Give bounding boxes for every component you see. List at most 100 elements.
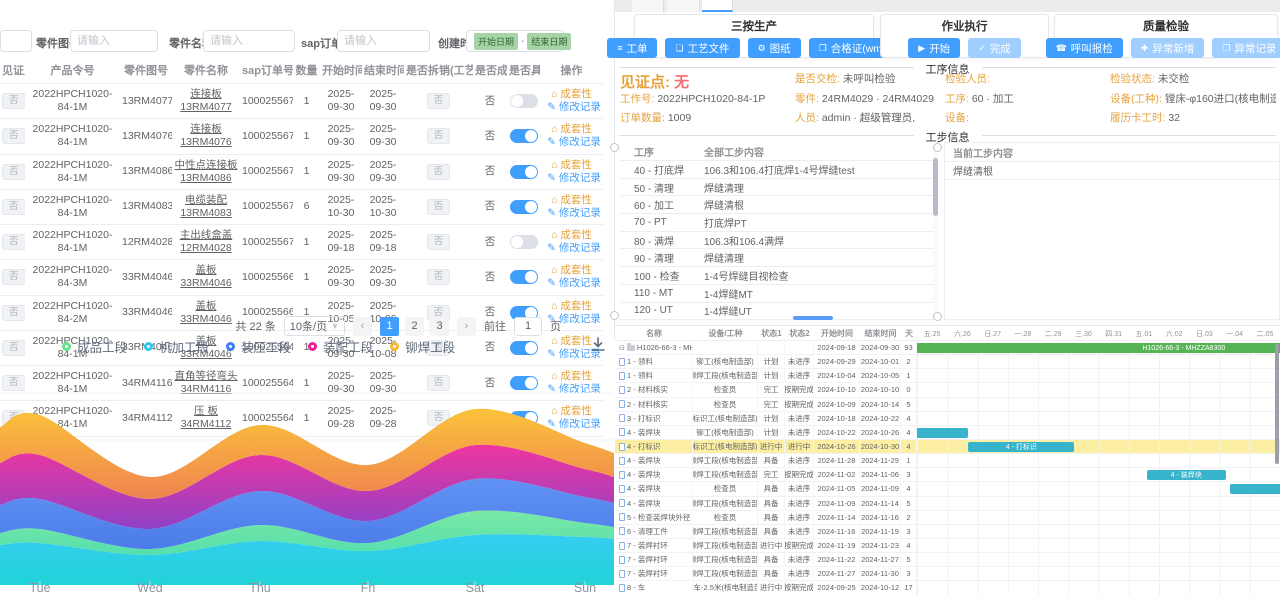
gantt-row[interactable]: 1 - 领料铆工(核电制造部)计划未进序2024-09-292024-10-01…	[615, 355, 1280, 369]
enabled-toggle[interactable]	[510, 94, 538, 108]
goto-page-input[interactable]	[514, 317, 542, 336]
date-end-chip[interactable]: 结束日期	[527, 33, 571, 50]
part-name-link[interactable]: 主出线盒盖 12RM4028	[180, 229, 233, 254]
split-chip[interactable]: 否	[427, 199, 451, 215]
witness-chip[interactable]: 否	[2, 199, 25, 215]
gantt-row[interactable]: 3 - 打标识标识工(核电制造部)计划未进序2024-10-182024-10-…	[615, 412, 1280, 426]
tab-active[interactable]	[702, 0, 733, 12]
gantt-row[interactable]: 2 - 材料核实检查员完工按期完成2024-10-102024-10-100	[615, 383, 1280, 397]
witness-chip[interactable]: 否	[2, 340, 25, 356]
suite-action-link[interactable]: ⌂ 成套性	[551, 335, 592, 347]
process-row[interactable]: 100 - 检查1-4号焊缝目视检查	[620, 267, 938, 285]
download-icon[interactable]	[588, 335, 608, 355]
modify-log-link[interactable]: ✎ 修改记录	[547, 207, 601, 219]
part-name-link[interactable]: 中性点连接板 13RM4086	[175, 159, 238, 184]
工单-button[interactable]: ≡工单	[607, 38, 657, 58]
witness-chip[interactable]: 否	[2, 128, 25, 144]
legend-item[interactable]: 铆焊工段	[390, 337, 455, 356]
gantt-row[interactable]: 6 - 清理工件铆焊工段(核电制造部)具备未进序2024-11-162024-1…	[615, 525, 1280, 539]
suite-action-link[interactable]: ⌂ 成套性	[551, 264, 592, 276]
enabled-toggle[interactable]	[510, 341, 538, 355]
page-button-3[interactable]: 3	[430, 317, 449, 336]
异常记录-button[interactable]: ❐异常记录	[1212, 38, 1280, 58]
page-size-select[interactable]: 10条/页 ▼	[284, 316, 345, 336]
process-table-scrollbar[interactable]	[933, 150, 938, 318]
splitter-handle-icon[interactable]	[933, 143, 942, 152]
图纸-button[interactable]: ⚙图纸	[748, 38, 801, 58]
collapse-icon[interactable]: ⊟	[619, 344, 625, 352]
process-row[interactable]: 110 - MT1-4焊缝MT	[620, 285, 938, 303]
prev-page-button[interactable]: ‹	[353, 317, 372, 336]
gantt-bar[interactable]	[917, 428, 968, 438]
gantt-row[interactable]: 4 - 装焊块检查员具备未进序2024-11-052024-11-094	[615, 482, 1280, 496]
process-row[interactable]: 40 - 打底焊106.3和106.4打底焊1-4号焊缝test	[620, 161, 938, 179]
process-row[interactable]: 90 - 清理焊缝清理	[620, 249, 938, 267]
process-row[interactable]: 60 - 加工焊缝清根	[620, 196, 938, 214]
modify-log-link[interactable]: ✎ 修改记录	[547, 277, 601, 289]
split-chip[interactable]: 否	[427, 234, 451, 250]
gantt-row[interactable]: ⊟H1026-66-3 - MHZZA83002024-09-182024-09…	[615, 341, 1280, 355]
gantt-row[interactable]: 4 - 装焊块铆焊工段(核电制造部)具备未进序2024-11-282024-11…	[615, 454, 1280, 468]
date-range-picker[interactable]: 开始日期 - 结束日期	[466, 30, 564, 52]
suite-action-link[interactable]: ⌂ 成套性	[551, 88, 592, 100]
suite-action-link[interactable]: ⌂ 成套性	[551, 159, 592, 171]
truncated-filter-input[interactable]	[0, 30, 32, 52]
gantt-bar[interactable]	[1230, 484, 1280, 494]
enabled-toggle[interactable]	[510, 129, 538, 143]
gantt-row[interactable]: 8 - 车立车-2.5米(核电制造部)进行中按期完成2024-09-252024…	[615, 581, 1280, 595]
page-button-1[interactable]: 1	[380, 317, 399, 336]
split-chip[interactable]: 否	[427, 128, 451, 144]
enabled-toggle[interactable]	[510, 235, 538, 249]
modify-log-link[interactable]: ✎ 修改记录	[547, 172, 601, 184]
gantt-row[interactable]: 4 - 打标识标识工(核电制造部)进行中进行中2024-10-262024-10…	[615, 440, 1280, 454]
gantt-bar[interactable]: 4 - 打标识	[968, 442, 1074, 452]
witness-chip[interactable]: 否	[2, 234, 25, 250]
开始-button[interactable]: ▶开始	[908, 38, 960, 58]
异常新增-button[interactable]: ✚异常新增	[1131, 38, 1205, 58]
gantt-row[interactable]: 7 - 装焊衬环铆焊工段(核电制造部)具备未进序2024-11-272024-1…	[615, 567, 1280, 581]
gantt-bar[interactable]: H1026-66-3 - MHZZA8300	[917, 343, 1280, 353]
splitter-handle-icon[interactable]	[933, 312, 942, 321]
gantt-row[interactable]: 7 - 装焊衬环铆焊工段(核电制造部)进行中按期完成2024-11-192024…	[615, 539, 1280, 553]
modify-log-link[interactable]: ✎ 修改记录	[547, 101, 601, 113]
gantt-row[interactable]: 4 - 装焊块铆工(核电制造部)计划未进序2024-10-222024-10-2…	[615, 426, 1280, 440]
gantt-row[interactable]: 1 - 领料铆焊工段(核电制造部)计划未进序2024-10-042024-10-…	[615, 369, 1280, 383]
process-row[interactable]: 120 - UT1-4焊缝UT	[620, 303, 938, 321]
part-name-link[interactable]: 盖板 33RM4046	[180, 264, 231, 289]
gantt-bar[interactable]: 4 - 装焊块	[1147, 470, 1226, 480]
part-name-link[interactable]: 连接板 13RM4076	[180, 123, 231, 148]
modify-log-link[interactable]: ✎ 修改记录	[547, 242, 601, 254]
gantt-row[interactable]: 2 - 材料核实检查员完工按期完成2024-10-092024-10-145	[615, 398, 1280, 412]
next-page-button[interactable]: ›	[457, 317, 476, 336]
gantt-scrollbar[interactable]	[1275, 344, 1279, 464]
suite-action-link[interactable]: ⌂ 成套性	[551, 229, 592, 241]
split-chip[interactable]: 否	[427, 164, 451, 180]
legend-item[interactable]: 成品工段	[62, 337, 127, 356]
modify-log-link[interactable]: ✎ 修改记录	[547, 136, 601, 148]
part-name-input[interactable]	[203, 30, 295, 52]
gantt-row[interactable]: 4 - 装焊块铆焊工段(核电制造部)具备未进序2024-11-092024-11…	[615, 497, 1280, 511]
witness-chip[interactable]: 否	[2, 93, 25, 109]
tab-1[interactable]	[632, 0, 664, 12]
legend-item[interactable]: 装压工段	[226, 337, 291, 356]
工艺文件-button[interactable]: ❏工艺文件	[665, 38, 739, 58]
suite-action-link[interactable]: ⌂ 成套性	[551, 300, 592, 312]
呼叫报检-button[interactable]: ☎呼叫报检	[1046, 38, 1123, 58]
process-row[interactable]: 50 - 清理焊缝清理	[620, 179, 938, 197]
完成-button[interactable]: ✓完成	[968, 38, 1021, 58]
process-row[interactable]: 70 - PT打底焊PT	[620, 214, 938, 232]
date-start-chip[interactable]: 开始日期	[474, 33, 518, 50]
enabled-toggle[interactable]	[510, 165, 538, 179]
legend-item[interactable]: 机加工段	[144, 337, 209, 356]
suite-action-link[interactable]: ⌂ 成套性	[551, 194, 592, 206]
gantt-row[interactable]: 5 - 检查装焊块外径检查员具备未进序2024-11-142024-11-162	[615, 511, 1280, 525]
sap-order-input[interactable]	[337, 30, 430, 52]
witness-chip[interactable]: 否	[2, 269, 25, 285]
legend-item[interactable]: 装配工段	[308, 337, 373, 356]
process-row[interactable]: 80 - 满焊106.3和106.4满焊	[620, 232, 938, 250]
suite-action-link[interactable]: ⌂ 成套性	[551, 123, 592, 135]
page-button-2[interactable]: 2	[405, 317, 424, 336]
part-name-link[interactable]: 连接板 13RM4077	[180, 88, 231, 113]
split-chip[interactable]: 否	[427, 93, 451, 109]
enabled-toggle[interactable]	[510, 270, 538, 284]
